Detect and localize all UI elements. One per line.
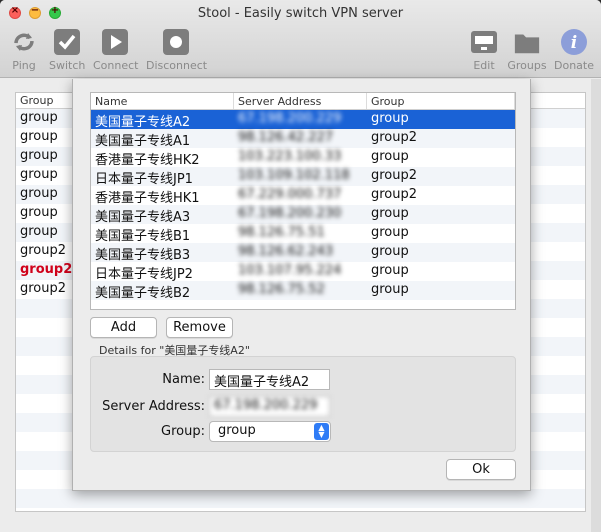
server-address: 67.198.200.230 [238, 206, 342, 221]
server-address-label: Server Address: [102, 399, 205, 414]
server-row[interactable]: 香港量子专线HK2 103.223.100.33 group [91, 148, 515, 167]
server-row[interactable]: 美国量子专线A1 98.126.42.227 group2 [91, 129, 515, 148]
add-server-button[interactable]: Add [90, 317, 157, 338]
server-group: group [371, 111, 409, 126]
refresh-icon [10, 28, 38, 56]
chevron-updown-icon: ▲ ▼ [314, 423, 329, 440]
server-row[interactable]: 日本量子专线JP1 103.109.102.118 group2 [91, 167, 515, 186]
server-group: group2 [371, 130, 418, 145]
server-address: 98.126.75.51 [238, 225, 325, 240]
server-name: 美国量子专线B2 [95, 286, 191, 300]
remove-server-button[interactable]: Remove [166, 317, 233, 338]
server-group: group2 [371, 168, 418, 183]
ping-button[interactable]: Ping [10, 28, 38, 72]
checkmark-icon [53, 28, 81, 56]
ok-button[interactable]: Ok [446, 459, 516, 480]
server-address: 67.198.200.229 [238, 111, 342, 126]
info-icon: i [560, 28, 588, 56]
server-name: 美国量子专线B3 [95, 248, 191, 262]
server-name: 美国量子专线A2 [95, 115, 191, 129]
group-label: Group: [161, 424, 205, 439]
folder-icon [513, 28, 541, 56]
server-name: 香港量子专线HK2 [95, 153, 200, 167]
server-group: group [371, 206, 409, 221]
server-list-table[interactable]: Name Server Address Group 美国量子专线A2 67.19… [90, 92, 516, 310]
server-group: group [371, 263, 409, 278]
server-rows: 美国量子专线A2 67.198.200.229 group 美国量子专线A1 9… [91, 110, 515, 300]
server-row-selected[interactable]: 美国量子专线A2 67.198.200.229 group [91, 110, 515, 129]
ping-label: Ping [12, 59, 36, 72]
name-field[interactable]: 美国量子专线A2 [209, 369, 330, 390]
window-title: Stool - Easily switch VPN server [197, 6, 404, 21]
column-address[interactable]: Server Address [234, 93, 367, 109]
group-select[interactable]: group ▲ ▼ [209, 421, 331, 442]
server-name: 美国量子专线B1 [95, 229, 191, 243]
server-group: group2 [371, 187, 418, 202]
server-address: 103.109.102.118 [238, 168, 350, 183]
edit-window-icon [470, 28, 498, 56]
group-select-value: group [218, 423, 256, 438]
svg-text:i: i [571, 33, 577, 53]
window-edge [591, 79, 601, 532]
server-address-field[interactable]: 67.198.200.229 [209, 396, 330, 417]
server-address: 98.126.75.52 [238, 282, 325, 297]
name-label: Name: [162, 372, 205, 387]
server-name: 日本量子专线JP2 [95, 267, 193, 281]
switch-button[interactable]: Switch [49, 28, 85, 72]
donate-label: Donate [554, 59, 594, 72]
server-address: 98.126.42.227 [238, 130, 334, 145]
titlebar: × − + Stool - Easily switch VPN server P… [0, 0, 601, 78]
server-name: 美国量子专线A1 [95, 134, 191, 148]
edit-button[interactable]: Edit [469, 28, 499, 72]
server-row[interactable]: 美国量子专线A3 67.198.200.230 group [91, 205, 515, 224]
details-box: Name: 美国量子专线A2 Server Address: 67.198.20… [90, 356, 516, 452]
server-name: 香港量子专线HK1 [95, 191, 200, 205]
server-list-header: Name Server Address Group [91, 93, 515, 110]
disconnect-label: Disconnect [146, 59, 208, 72]
donate-button[interactable]: i Donate [554, 28, 594, 72]
connect-button[interactable]: Connect [93, 28, 139, 72]
server-row[interactable]: 美国量子专线B2 98.126.75.52 group [91, 281, 515, 300]
server-row[interactable]: 日本量子专线JP2 103.107.95.224 group [91, 262, 515, 281]
server-address: 98.126.62.243 [238, 244, 334, 259]
disconnect-button[interactable]: Disconnect [146, 28, 208, 72]
server-row[interactable]: 香港量子专线HK1 67.229.000.737 group2 [91, 186, 515, 205]
server-group: group [371, 149, 409, 164]
server-row[interactable]: 美国量子专线B1 98.126.75.51 group [91, 224, 515, 243]
stop-icon [162, 28, 190, 56]
switch-label: Switch [49, 59, 86, 72]
edit-servers-sheet: Name Server Address Group 美国量子专线A2 67.19… [72, 79, 531, 491]
groups-button[interactable]: Groups [507, 28, 547, 72]
server-group: group [371, 225, 409, 240]
play-icon [101, 28, 129, 56]
stool-window: × − + Stool - Easily switch VPN server P… [0, 0, 601, 532]
groups-label: Groups [507, 59, 547, 72]
server-address: 103.223.100.33 [238, 149, 342, 164]
server-name: 美国量子专线A3 [95, 210, 191, 224]
server-name: 日本量子专线JP1 [95, 172, 193, 186]
server-row[interactable]: 美国量子专线B3 98.126.62.243 group [91, 243, 515, 262]
server-group: group [371, 282, 409, 297]
edit-label: Edit [473, 59, 495, 72]
server-group: group [371, 244, 409, 259]
background-row-empty [16, 489, 585, 508]
column-group[interactable]: Group [367, 93, 515, 109]
column-name[interactable]: Name [91, 93, 234, 109]
connect-label: Connect [93, 59, 139, 72]
server-address: 103.107.95.224 [238, 263, 342, 278]
server-address: 67.229.000.737 [238, 187, 342, 202]
